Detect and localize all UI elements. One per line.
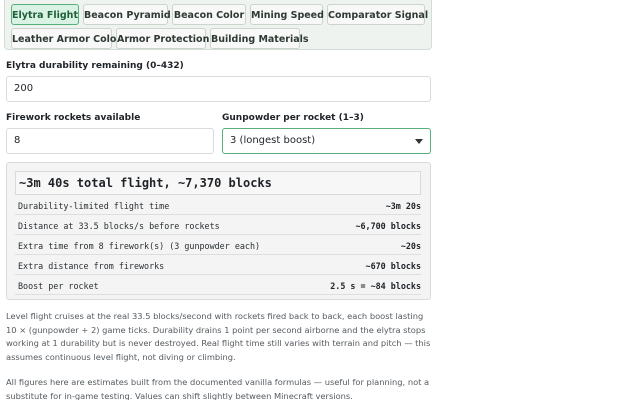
elytra-calculator-page: Elytra Flight Beacon Pyramid Beacon Colo… xyxy=(0,0,640,400)
result-row: Boost per rocket 2.5 s = ~84 blocks xyxy=(15,278,421,295)
result-row: Durability-limited flight time ~3m 20s xyxy=(15,198,421,215)
tab-beacon-color[interactable]: Beacon Color xyxy=(172,4,246,25)
result-row-label: Extra time from 8 firework(s) (3 gunpowd… xyxy=(18,241,261,251)
tab-armor-protection[interactable]: Armor Protection xyxy=(116,28,209,49)
result-headline: ~3m 40s total flight, ~7,370 blocks xyxy=(15,171,421,195)
rockets-label: Firework rockets available xyxy=(6,113,141,123)
result-row: Extra time from 8 firework(s) (3 gunpowd… xyxy=(15,238,421,255)
chevron-down-icon xyxy=(415,139,423,144)
gunpowder-selected-value: 3 (longest boost) xyxy=(230,135,316,146)
tab-comparator-signal[interactable]: Comparator Signal xyxy=(327,4,428,25)
gunpowder-label: Gunpowder per rocket (1–3) xyxy=(222,113,364,123)
durability-input[interactable]: 200 xyxy=(6,76,431,102)
durability-label: Elytra durability remaining (0–432) xyxy=(6,61,184,71)
tab-building-materials[interactable]: Building Materials xyxy=(210,28,309,49)
rockets-input[interactable]: 8 xyxy=(6,128,214,154)
result-row-value: ~3m 20s xyxy=(385,201,421,211)
tab-elytra-flight[interactable]: Elytra Flight xyxy=(11,4,79,25)
calculator-tab-bar: Elytra Flight Beacon Pyramid Beacon Colo… xyxy=(4,0,432,50)
tab-mining-speed[interactable]: Mining Speed xyxy=(250,4,324,25)
result-row-label: Extra distance from fireworks xyxy=(18,261,165,271)
result-row: Extra distance from fireworks ~670 block… xyxy=(15,258,421,275)
result-row-value: ~6,700 blocks xyxy=(355,221,421,231)
result-row-value: 2.5 s = ~84 blocks xyxy=(330,281,421,291)
gunpowder-select[interactable]: 3 (longest boost) xyxy=(222,128,431,154)
result-row-value: ~670 blocks xyxy=(365,261,421,271)
result-panel: ~3m 40s total flight, ~7,370 blocks Dura… xyxy=(6,162,431,300)
disclaimer-text: All figures here are estimates built fro… xyxy=(6,377,430,400)
result-row-value: ~20s xyxy=(400,241,421,251)
result-row-label: Distance at 33.5 blocks/s before rockets xyxy=(18,221,220,231)
tab-beacon-pyramid[interactable]: Beacon Pyramid xyxy=(83,4,171,25)
result-row-label: Durability-limited flight time xyxy=(18,201,170,211)
result-row: Distance at 33.5 blocks/s before rockets… xyxy=(15,218,421,235)
result-row-label: Boost per rocket xyxy=(18,281,99,291)
explanation-text: Level flight cruises at the real 33.5 bl… xyxy=(6,311,431,362)
tab-leather-armor-color[interactable]: Leather Armor Color xyxy=(11,28,121,49)
